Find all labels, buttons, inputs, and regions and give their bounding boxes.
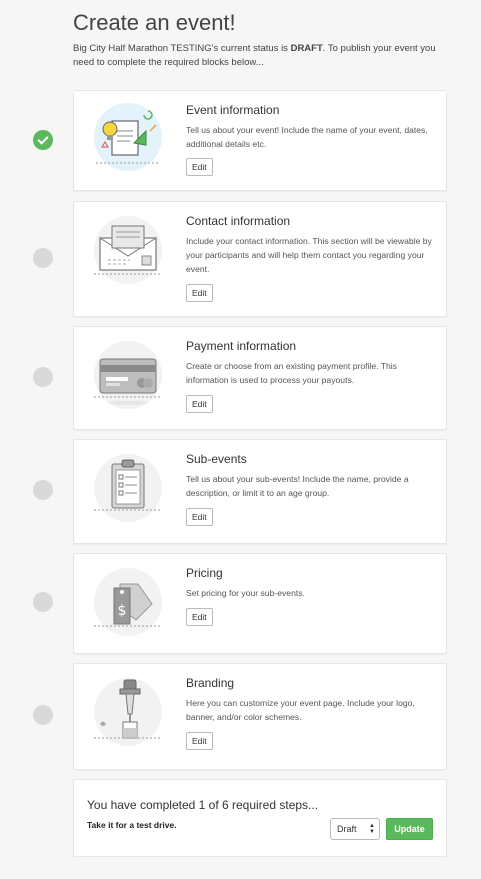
status-label: DRAFT	[290, 43, 323, 54]
update-button[interactable]: Update	[386, 818, 433, 840]
progress-summary: You have completed 1 of 6 required steps…	[73, 779, 447, 857]
edit-button[interactable]: Edit	[186, 284, 213, 302]
step-card-payment-information: Payment information Create or choose fro…	[73, 326, 447, 430]
lightbulb-document-icon	[90, 101, 166, 177]
step-description: Include your contact information. This s…	[186, 236, 432, 274]
step-title: Payment information	[186, 339, 297, 353]
step-description: Here you can customize your event page. …	[186, 698, 415, 722]
step-title: Contact information	[186, 214, 291, 228]
page-title: Create an event!	[73, 10, 236, 35]
step-status-pending-icon	[33, 367, 53, 387]
status-select-value: Draft	[337, 824, 357, 834]
select-arrows-icon: ▲ ▼	[369, 823, 375, 835]
step-status-pending-icon	[33, 248, 53, 268]
step-card-contact-information: Contact information Include your contact…	[73, 201, 447, 317]
step-description: Set pricing for your sub-events.	[186, 588, 305, 598]
step-status-completed-icon	[33, 130, 53, 150]
credit-card-icon	[90, 337, 166, 413]
edit-button[interactable]: Edit	[186, 395, 213, 413]
step-status-pending-icon	[33, 480, 53, 500]
edit-button[interactable]: Edit	[186, 732, 213, 750]
step-description: Tell us about your sub-events! Include t…	[186, 474, 409, 498]
step-card-event-information: Event information Tell us about your eve…	[73, 90, 447, 191]
svg-text:$: $	[118, 603, 127, 619]
step-status-pending-icon	[33, 705, 53, 725]
step-card-pricing: $ Pricing Set pricing for your sub-event…	[73, 553, 447, 654]
step-description: Create or choose from an existing paymen…	[186, 361, 397, 385]
edit-button[interactable]: Edit	[186, 608, 213, 626]
eyedropper-icon	[90, 674, 166, 750]
status-intro: Big City Half Marathon TESTING's current…	[73, 42, 453, 70]
step-card-branding: Branding Here you can customize your eve…	[73, 663, 447, 770]
progress-text: You have completed 1 of 6 required steps…	[87, 798, 319, 812]
status-select[interactable]: Draft ▲ ▼	[330, 818, 380, 840]
step-title: Branding	[186, 676, 235, 690]
envelope-icon	[90, 212, 166, 288]
step-card-sub-events: Sub-events Tell us about your sub-events…	[73, 439, 447, 544]
test-drive-text: Take it for a test drive.	[87, 820, 177, 830]
price-tag-icon: $	[90, 564, 166, 640]
step-title: Sub-events	[186, 452, 247, 466]
step-title: Pricing	[186, 566, 223, 580]
step-status-pending-icon	[33, 592, 53, 612]
clipboard-checklist-icon	[90, 450, 166, 526]
step-title: Event information	[186, 103, 280, 117]
intro-prefix: Big City Half Marathon TESTING's current…	[73, 43, 291, 54]
step-description: Tell us about your event! Include the na…	[186, 125, 428, 149]
edit-button[interactable]: Edit	[186, 158, 213, 176]
edit-button[interactable]: Edit	[186, 508, 213, 526]
